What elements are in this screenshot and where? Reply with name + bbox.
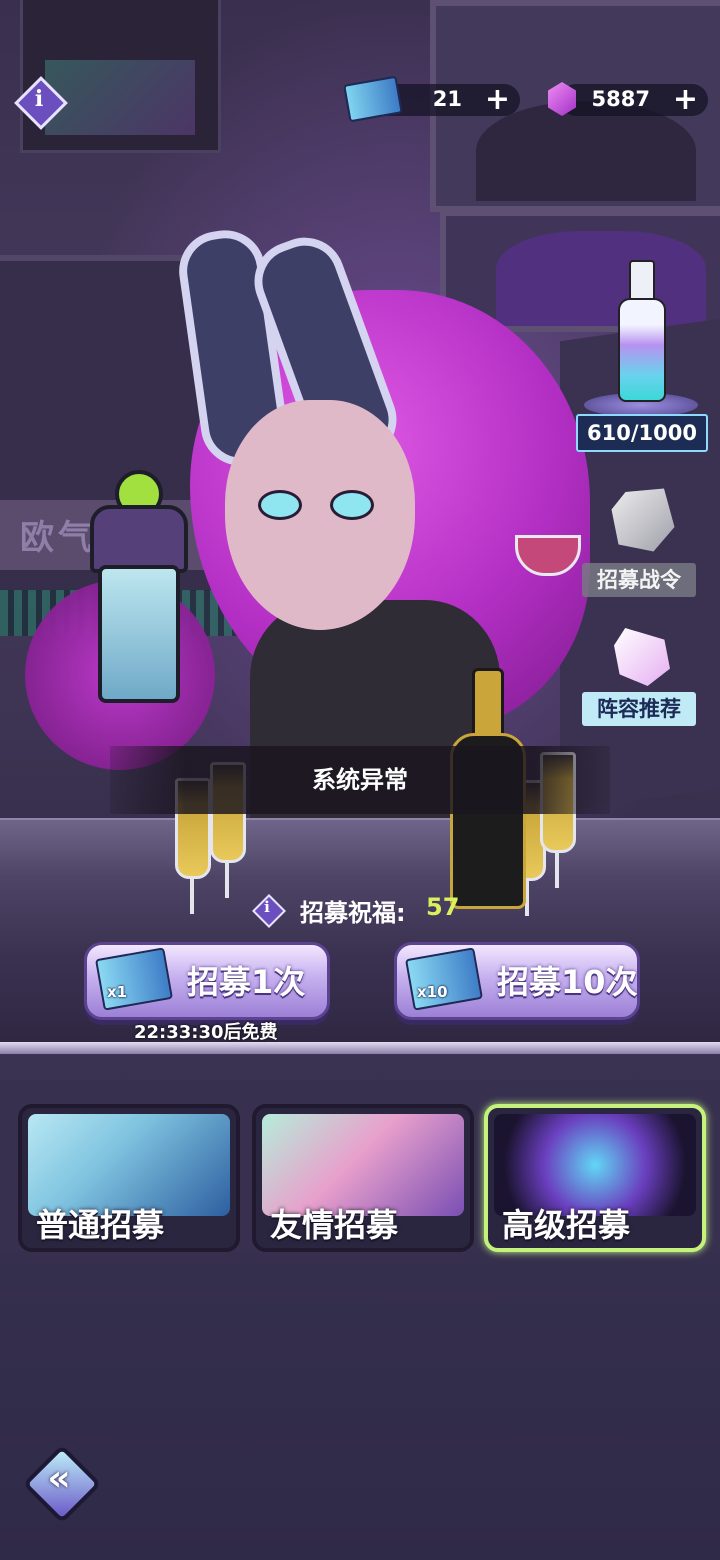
recruit-ticket-icon bbox=[95, 947, 173, 1011]
tab-friend-recruit[interactable]: 友情招募 bbox=[252, 1104, 474, 1252]
ticket-multiplier: x1 bbox=[107, 983, 128, 1001]
tab-label: 高级招募 bbox=[502, 1206, 631, 1244]
lamp-prop bbox=[90, 470, 188, 703]
tab-normal-recruit[interactable]: 普通招募 bbox=[18, 1104, 240, 1252]
system-notice: 系统异常 bbox=[110, 746, 610, 814]
ticket-count: 21 bbox=[432, 87, 462, 111]
war-order-label: 招募战令 bbox=[582, 563, 696, 597]
lineup-recommend-label: 阵容推荐 bbox=[582, 692, 696, 726]
wall-sign-text: 欧气 bbox=[20, 518, 96, 558]
flute-stem bbox=[190, 876, 194, 914]
recruit-ten-label: 招募10次 bbox=[497, 963, 638, 1001]
wall-screen bbox=[45, 60, 195, 135]
war-order-icon bbox=[611, 488, 675, 552]
gem-icon bbox=[544, 78, 580, 120]
lamp-glass bbox=[98, 565, 180, 703]
gem-count: 5887 bbox=[591, 87, 650, 111]
tab-label: 友情招募 bbox=[270, 1206, 399, 1244]
lineup-icon bbox=[614, 628, 670, 686]
gem-counter: 5887 + bbox=[560, 82, 708, 117]
add-gems-button[interactable]: + bbox=[673, 82, 698, 117]
character-face bbox=[225, 400, 415, 630]
war-order-button[interactable]: 招募战令 bbox=[582, 485, 698, 600]
bottle-progress-text: 610/1000 bbox=[576, 414, 708, 452]
free-recruit-timer: 22:33:30后免费 bbox=[134, 1022, 278, 1043]
info-glyph: i bbox=[34, 86, 44, 112]
recruit-once-button[interactable]: x1 招募1次 bbox=[84, 942, 330, 1020]
info-button[interactable]: i bbox=[14, 76, 68, 130]
recruit-once-label: 招募1次 bbox=[187, 963, 306, 1001]
flute-stem bbox=[225, 860, 229, 898]
lamp-cap bbox=[90, 505, 188, 573]
back-button[interactable]: « bbox=[22, 1444, 102, 1524]
flute-stem bbox=[555, 850, 559, 888]
character-eye bbox=[258, 490, 302, 520]
character-eye bbox=[330, 490, 374, 520]
recruit-ticket-icon bbox=[405, 947, 483, 1011]
info-glyph: i bbox=[264, 898, 270, 916]
recruit-ten-button[interactable]: x10 招募10次 bbox=[394, 942, 640, 1020]
blessing-value: 57 bbox=[426, 893, 460, 921]
back-glyph: « bbox=[47, 1458, 71, 1499]
tab-premium-recruit[interactable]: 高级招募 bbox=[484, 1104, 706, 1252]
lineup-recommend-button[interactable]: 阵容推荐 bbox=[582, 628, 698, 730]
blessing-info-button[interactable]: i bbox=[252, 894, 286, 928]
bottle-icon-body bbox=[618, 298, 666, 402]
section-divider bbox=[0, 1042, 720, 1054]
add-tickets-button[interactable]: + bbox=[485, 82, 510, 117]
ticket-multiplier: x10 bbox=[417, 983, 448, 1001]
tab-label: 普通招募 bbox=[36, 1206, 165, 1244]
blessing-label: 招募祝福: bbox=[300, 899, 406, 927]
